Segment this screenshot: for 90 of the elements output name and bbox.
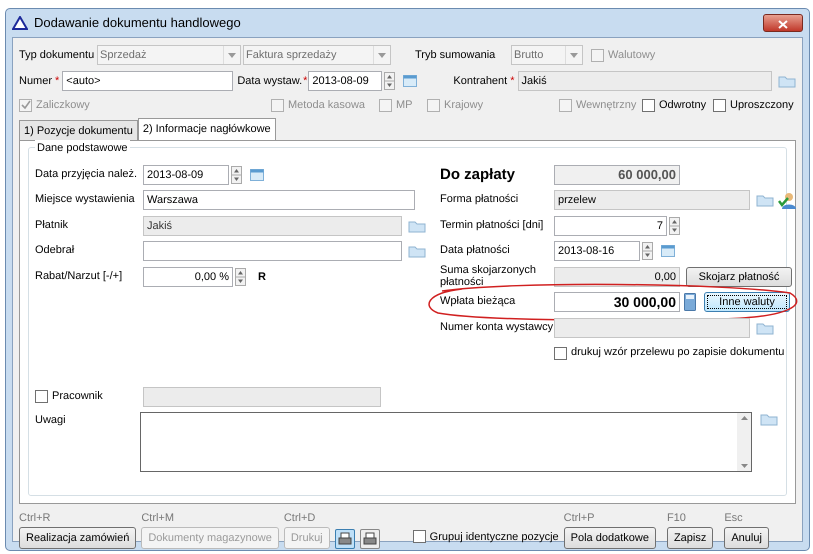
field-label: Kontrahent bbox=[453, 74, 508, 89]
lookup-field[interactable] bbox=[143, 241, 402, 262]
calendar-icon[interactable] bbox=[250, 168, 264, 181]
checkbox-label: Grupuj identyczne pozycje bbox=[430, 530, 559, 544]
user-check-icon[interactable] bbox=[778, 191, 796, 210]
checkbox[interactable] bbox=[713, 98, 726, 112]
folder-icon[interactable] bbox=[408, 218, 426, 233]
checkbox[interactable] bbox=[412, 530, 426, 544]
field-label: Płatnik bbox=[35, 220, 70, 232]
field-label: Do zapłaty bbox=[440, 166, 516, 183]
checkbox-label: Uproszczony bbox=[730, 98, 794, 113]
shortcut-label: F10 bbox=[666, 511, 687, 526]
percent-field[interactable]: 0,00 % bbox=[143, 266, 233, 287]
date-field[interactable]: 2013-08-16 bbox=[554, 241, 640, 262]
group-title: Dane podstawowe bbox=[35, 140, 130, 156]
shortcut-label: Ctrl+D bbox=[284, 511, 316, 526]
other-currencies-button[interactable]: Inne waluty bbox=[704, 292, 790, 312]
calculator-icon[interactable] bbox=[684, 293, 696, 312]
input-field[interactable]: Warszawa bbox=[143, 190, 415, 210]
printer-icon[interactable] bbox=[360, 529, 380, 549]
field-label: Data wystaw. bbox=[237, 74, 302, 89]
field-label: Miejsce wystawienia bbox=[35, 194, 136, 206]
calendar-icon[interactable] bbox=[403, 75, 418, 87]
spin-buttons[interactable] bbox=[235, 268, 246, 286]
date-field[interactable]: 2013-08-09 bbox=[308, 71, 382, 91]
field-label: Wpłata bieżąca bbox=[440, 296, 516, 308]
checkbox-label: MP bbox=[396, 98, 412, 113]
number-field[interactable]: 7 bbox=[554, 216, 667, 236]
notes-field[interactable] bbox=[140, 412, 752, 472]
checkbox-label: Wewnętrzny bbox=[576, 98, 636, 113]
field-label: Forma płatności bbox=[440, 194, 520, 206]
contractor-field[interactable]: Jakiś bbox=[518, 71, 772, 91]
app-icon bbox=[12, 16, 28, 30]
tab[interactable]: 2) Informacje nagłówkowe bbox=[138, 118, 276, 140]
total-field[interactable]: 60 000,00 bbox=[554, 164, 680, 185]
close-button[interactable] bbox=[763, 14, 803, 32]
required-mark: * bbox=[510, 74, 515, 89]
checkbox-label: Walutowy bbox=[608, 48, 656, 63]
action-button[interactable]: Zapisz bbox=[666, 527, 714, 549]
shortcut-label: Esc bbox=[724, 511, 744, 526]
field-label: Tryb sumowania bbox=[415, 48, 496, 63]
shortcut-label: Ctrl+P bbox=[564, 511, 596, 526]
action-button[interactable]: Realizacja zamówień bbox=[19, 527, 136, 549]
field-label: Termin płatności [dni] bbox=[440, 220, 544, 232]
number-field[interactable]: <auto> bbox=[62, 71, 234, 91]
checkbox-label: drukuj wzór przelewu po zapisie dokumentu bbox=[571, 347, 784, 360]
date-field[interactable]: 2013-08-09 bbox=[143, 164, 229, 185]
suffix-label: R bbox=[258, 270, 266, 284]
field-label: Odebrał bbox=[35, 245, 76, 258]
required-mark: * bbox=[55, 74, 60, 89]
field-label: Data płatności bbox=[440, 245, 511, 258]
checkbox[interactable] bbox=[35, 390, 48, 404]
scroll-down-icon[interactable] bbox=[740, 464, 748, 468]
printer-icon[interactable] bbox=[334, 529, 355, 549]
shortcut-label: Ctrl+M bbox=[141, 511, 176, 526]
folder-icon[interactable] bbox=[756, 320, 774, 335]
tab[interactable]: 1) Pozycje dokumentu bbox=[19, 120, 138, 140]
checkbox[interactable] bbox=[554, 346, 567, 360]
folder-icon[interactable] bbox=[778, 74, 796, 88]
folder-icon[interactable] bbox=[756, 193, 774, 208]
scrollbar[interactable] bbox=[737, 412, 751, 470]
field-label: Data przyjęcia należ. bbox=[35, 168, 138, 181]
spin-buttons[interactable] bbox=[231, 166, 242, 184]
checkbox-label: Zaliczkowy bbox=[36, 98, 90, 113]
folder-icon[interactable] bbox=[408, 244, 426, 258]
checkbox-label: Odwrotny bbox=[659, 98, 706, 113]
field-label: Suma skojarzonych płatności bbox=[440, 265, 537, 288]
close-icon[interactable] bbox=[778, 20, 788, 29]
field-label: Rabat/Narzut [-/+] bbox=[35, 270, 124, 283]
spin-buttons[interactable] bbox=[669, 216, 680, 235]
checkbox-label: Krajowy bbox=[444, 98, 484, 113]
folder-icon[interactable] bbox=[760, 412, 778, 426]
field-label: Typ dokumentu bbox=[19, 48, 96, 63]
action-button[interactable]: Pola dodatkowe bbox=[564, 527, 656, 549]
required-mark: * bbox=[303, 74, 308, 89]
spin-buttons[interactable] bbox=[642, 242, 653, 260]
field-label: Uwagi bbox=[35, 412, 67, 428]
window-title: Dodawanie dokumentu handlowego bbox=[34, 14, 241, 32]
calendar-icon[interactable] bbox=[661, 245, 675, 258]
field-label: Numer bbox=[19, 74, 52, 89]
employee-field[interactable] bbox=[143, 386, 381, 407]
spin-buttons[interactable] bbox=[384, 72, 396, 90]
checkbox[interactable] bbox=[642, 98, 655, 112]
action-button[interactable]: Anuluj bbox=[724, 527, 769, 549]
scroll-up-icon[interactable] bbox=[740, 416, 748, 420]
checkbox-label: Metoda kasowa bbox=[288, 98, 366, 113]
checkbox-label: Pracownik bbox=[52, 390, 104, 403]
payment-field[interactable]: 30 000,00 bbox=[554, 292, 680, 312]
field-label: Numer konta wystawcy bbox=[440, 322, 554, 334]
shortcut-label: Ctrl+R bbox=[19, 511, 52, 526]
